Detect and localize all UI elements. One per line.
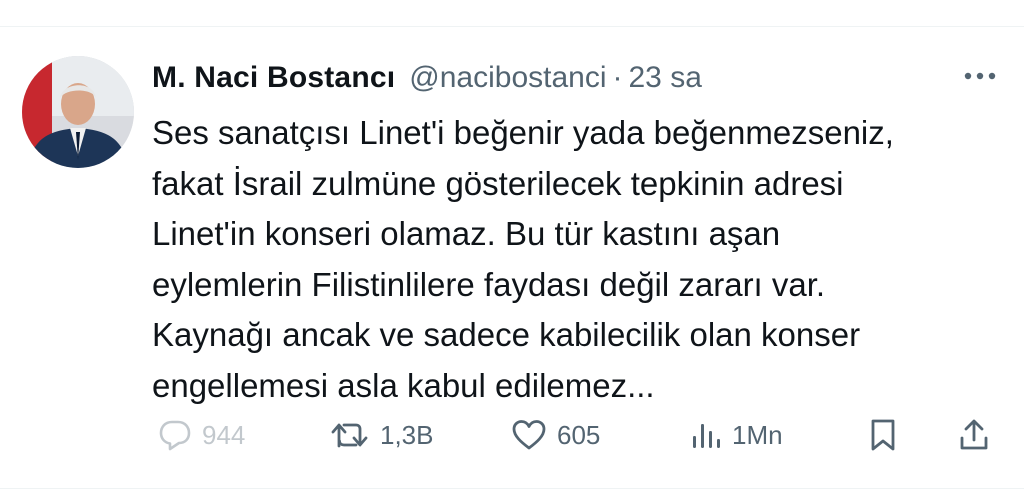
tweet[interactable]: M. Naci Bostancı @nacibostanci · 23 sa S…	[0, 28, 1024, 488]
retweet-icon	[330, 420, 370, 450]
share-button[interactable]	[958, 410, 990, 460]
tweet-text-line: Ses sanatçısı Linet'i beğenir yada beğen…	[152, 114, 894, 151]
top-divider	[0, 26, 1024, 27]
bottom-divider	[0, 488, 1024, 489]
views-count: 1Mn	[732, 419, 783, 450]
author-handle[interactable]: @nacibostanci	[409, 61, 606, 95]
heart-icon	[511, 419, 547, 451]
tweet-text: Ses sanatçısı Linet'i beğenir yada beğen…	[152, 108, 992, 411]
reply-count: 944	[202, 419, 246, 450]
more-icon	[962, 68, 998, 86]
separator-dot: ·	[612, 61, 623, 94]
like-button[interactable]: 605	[511, 410, 600, 460]
reply-icon	[158, 419, 192, 451]
share-icon	[958, 418, 990, 452]
like-count: 605	[557, 419, 601, 450]
reply-button[interactable]: 944	[158, 410, 245, 460]
more-options-button[interactable]	[962, 62, 998, 92]
tweet-text-line: engellemesi asla kabul edilemez...	[152, 366, 655, 404]
tweet-text-line: eylemlerin Filistinlilere faydası değil …	[152, 265, 826, 303]
views-icon	[690, 420, 722, 450]
timestamp[interactable]: 23 sa	[629, 61, 702, 95]
bookmark-button[interactable]	[868, 410, 898, 460]
action-bar: 944 1,3B 605 1Mn	[0, 410, 1024, 460]
tweet-text-line: Linet'in konseri olamaz. Bu tür kastını …	[152, 215, 781, 252]
avatar[interactable]	[22, 56, 134, 168]
retweet-button[interactable]: 1,3B	[330, 410, 434, 460]
views-button[interactable]: 1Mn	[690, 410, 783, 460]
tweet-header: M. Naci Bostancı @nacibostanci · 23 sa	[152, 58, 994, 98]
author-name[interactable]: M. Naci Bostancı	[152, 61, 395, 95]
tweet-text-line: Kaynağı ancak ve sadece kabilecilik olan…	[152, 316, 861, 353]
retweet-count: 1,3B	[380, 419, 434, 450]
bookmark-icon	[868, 418, 898, 452]
tweet-text-line: fakat İsrail zulmüne gösterilecek tepkin…	[152, 164, 844, 202]
